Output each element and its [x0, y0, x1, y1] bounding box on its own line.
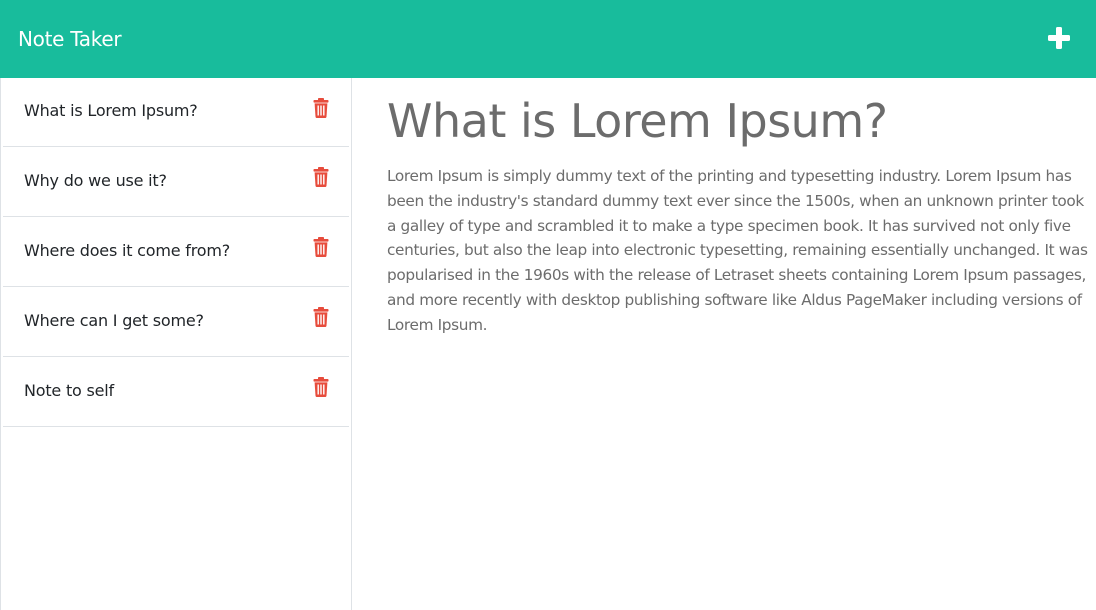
note-text-area[interactable]: Lorem Ipsum is simply dummy text of the … — [387, 164, 1093, 338]
note-list: What is Lorem Ipsum? Why do we use it? W… — [1, 78, 351, 427]
note-list-item[interactable]: Why do we use it? — [3, 147, 349, 217]
notes-sidebar: What is Lorem Ipsum? Why do we use it? W… — [0, 78, 352, 610]
note-list-item[interactable]: Where does it come from? — [3, 217, 349, 287]
note-list-item[interactable]: Note to self — [3, 357, 349, 427]
note-list-item-title: Note to self — [24, 381, 114, 400]
plus-icon — [1048, 27, 1070, 49]
new-note-button[interactable] — [1044, 22, 1074, 54]
note-list-item-title: Where does it come from? — [24, 241, 231, 260]
note-editor: What is Lorem Ipsum? Lorem Ipsum is simp… — [352, 78, 1096, 610]
trash-icon[interactable] — [313, 237, 329, 257]
note-list-item[interactable]: What is Lorem Ipsum? — [3, 78, 349, 147]
trash-icon[interactable] — [313, 98, 329, 118]
app-title[interactable]: Note Taker — [18, 25, 122, 53]
note-list-item-title: Where can I get some? — [24, 311, 204, 330]
trash-icon[interactable] — [313, 167, 329, 187]
note-list-item[interactable]: Where can I get some? — [3, 287, 349, 357]
trash-icon[interactable] — [313, 307, 329, 327]
note-list-item-title: What is Lorem Ipsum? — [24, 101, 198, 120]
note-list-item-title: Why do we use it? — [24, 171, 167, 190]
trash-icon[interactable] — [313, 377, 329, 397]
note-title-field[interactable]: What is Lorem Ipsum? — [387, 90, 888, 152]
navbar: Note Taker — [0, 0, 1096, 78]
